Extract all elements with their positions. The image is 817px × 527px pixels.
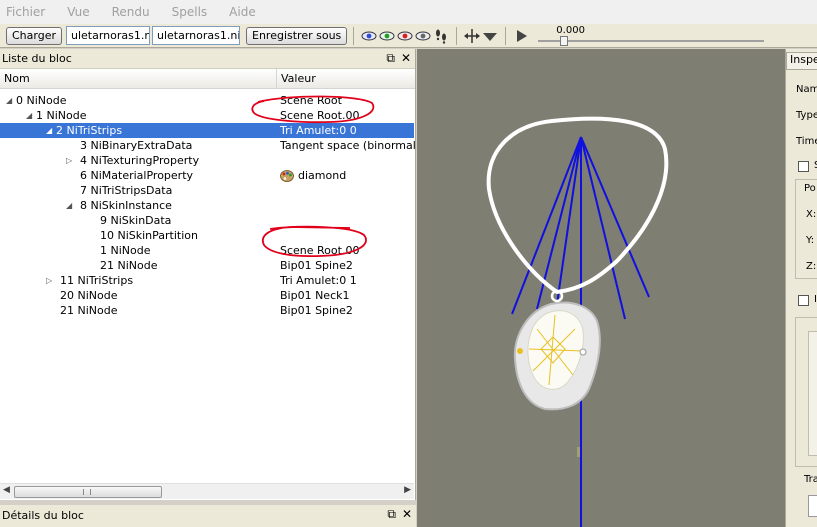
tree-column-header: Nom Valeur bbox=[0, 69, 415, 89]
pendant-stud bbox=[517, 348, 523, 354]
move-axes-icon[interactable] bbox=[463, 27, 481, 45]
amulet-model bbox=[486, 116, 669, 527]
block-details-panel: Détails du bloc ⧉ ✕ bbox=[0, 505, 416, 527]
inspector-checkbox[interactable] bbox=[798, 161, 809, 172]
palette-icon bbox=[280, 169, 294, 182]
toolbar-separator bbox=[353, 26, 355, 45]
toolbar-separator bbox=[505, 26, 507, 45]
collapse-arrow-icon[interactable]: ◢ bbox=[6, 96, 16, 105]
inspector-checkbox[interactable] bbox=[798, 295, 809, 306]
scroll-left-icon[interactable]: ◀ bbox=[3, 485, 10, 495]
tree-row[interactable]: 21 NiNode Bip01 Spine2 bbox=[0, 258, 414, 273]
collapse-arrow-icon[interactable]: ◢ bbox=[46, 126, 56, 135]
block-list-header: Liste du bloc ⧉ ✕ bbox=[0, 49, 415, 69]
pendant-stud bbox=[579, 348, 587, 356]
tree-row[interactable]: 3 NiBinaryExtraData Tangent space (binor… bbox=[0, 138, 416, 153]
menu-file[interactable]: Fichier bbox=[6, 5, 45, 19]
menu-spells[interactable]: Spells bbox=[172, 5, 208, 19]
save-as-button[interactable]: Enregistrer sous bbox=[246, 26, 348, 45]
inspector-transform-input[interactable] bbox=[808, 495, 817, 517]
toolbar: Charger uletarnoras1.nif uletarnoras1.ni… bbox=[0, 24, 817, 48]
expand-arrow-icon[interactable]: ▷ bbox=[46, 276, 56, 285]
tree-row-selected[interactable]: ◢ 2 NiTriStrips Tri Amulet:0 0 bbox=[0, 123, 414, 138]
eye-green-icon[interactable] bbox=[378, 27, 396, 45]
view-dropdown-icon[interactable] bbox=[481, 27, 499, 45]
inspector-type-label: Type bbox=[796, 110, 817, 121]
bone-line bbox=[580, 136, 626, 320]
inspector-panel: Inspe Nam Type Time S Po X: Y: Z: I Tra bbox=[785, 49, 817, 527]
inspector-z-label: Z: bbox=[806, 261, 817, 272]
tree-row[interactable]: ◢ 1 NiNode Scene Root.00 bbox=[0, 108, 414, 123]
scroll-right-icon[interactable]: ▶ bbox=[404, 485, 411, 495]
scrollbar-thumb[interactable] bbox=[14, 486, 162, 498]
tree-row[interactable]: 21 NiNode Bip01 Spine2 bbox=[0, 303, 414, 318]
time-value: 0.000 bbox=[556, 24, 585, 36]
tree-row[interactable]: ◢ 8 NiSkinInstance bbox=[0, 198, 414, 213]
menu-view[interactable]: Vue bbox=[67, 5, 89, 19]
close-panel-icon[interactable]: ✕ bbox=[402, 507, 412, 522]
inspector-x-label: X: bbox=[806, 209, 817, 220]
tree-row[interactable]: ◢ 0 NiNode Scene Root bbox=[0, 93, 414, 108]
tree-row[interactable]: 20 NiNode Bip01 Neck1 bbox=[0, 288, 414, 303]
column-value[interactable]: Valeur bbox=[277, 69, 414, 88]
menu-bar: Fichier Vue Rendu Spells Aide bbox=[0, 0, 817, 24]
time-slider-thumb[interactable] bbox=[560, 35, 569, 46]
bone-marker bbox=[577, 447, 580, 457]
inspector-rotation-widget[interactable] bbox=[808, 331, 817, 456]
tree-row[interactable]: ▷ 11 NiTriStrips Tri Amulet:0 1 bbox=[0, 273, 414, 288]
column-name[interactable]: Nom bbox=[0, 69, 277, 88]
load-button[interactable]: Charger bbox=[6, 26, 62, 45]
inspector-title[interactable]: Inspe bbox=[786, 52, 817, 70]
bone-line bbox=[580, 136, 650, 298]
inspector-position-label: Po bbox=[804, 183, 816, 194]
eye-gray-icon[interactable] bbox=[414, 27, 432, 45]
tree-row[interactable]: 10 NiSkinPartition bbox=[0, 228, 414, 243]
horizontal-scrollbar[interactable]: ◀ ▶ bbox=[0, 483, 414, 499]
tree-row[interactable]: 6 NiMaterialProperty diamond bbox=[0, 168, 414, 183]
toolbar-separator bbox=[456, 26, 458, 45]
block-details-title: Détails du bloc bbox=[2, 508, 84, 522]
save-file-input[interactable]: uletarnoras1.nif bbox=[152, 26, 240, 45]
block-details-header: Détails du bloc ⧉ ✕ bbox=[0, 505, 416, 525]
3d-viewport[interactable] bbox=[417, 49, 785, 527]
footprints-icon[interactable] bbox=[432, 27, 450, 45]
collapse-arrow-icon[interactable]: ◢ bbox=[66, 201, 76, 210]
tree-row[interactable]: 7 NiTriStripsData bbox=[0, 183, 414, 198]
eye-blue-icon[interactable] bbox=[360, 27, 378, 45]
play-icon[interactable] bbox=[512, 27, 530, 45]
inspector-transform-label: Tra bbox=[804, 474, 817, 485]
float-panel-icon[interactable]: ⧉ bbox=[387, 507, 396, 522]
time-slider[interactable]: 0.000 bbox=[536, 25, 766, 47]
collapse-arrow-icon[interactable]: ◢ bbox=[26, 111, 36, 120]
expand-arrow-icon[interactable]: ▷ bbox=[66, 156, 76, 165]
menu-render[interactable]: Rendu bbox=[112, 5, 150, 19]
block-tree: ◢ 0 NiNode Scene Root ◢ 1 NiNode Scene Roo… bbox=[0, 89, 416, 479]
inspector-y-label: Y: bbox=[806, 235, 815, 246]
close-panel-icon[interactable]: ✕ bbox=[401, 51, 411, 66]
tree-row[interactable]: 1 NiNode Scene Root.00 bbox=[0, 243, 414, 258]
block-list-title: Liste du bloc bbox=[2, 52, 72, 65]
load-file-input[interactable]: uletarnoras1.nif bbox=[66, 26, 150, 45]
menu-help[interactable]: Aide bbox=[229, 5, 256, 19]
block-list-panel: Liste du bloc ⧉ ✕ Nom Valeur ◢ 0 NiNode S… bbox=[0, 49, 416, 500]
inspector-name-label: Nam bbox=[796, 84, 817, 95]
tree-row[interactable]: 9 NiSkinData bbox=[0, 213, 414, 228]
float-panel-icon[interactable]: ⧉ bbox=[386, 51, 395, 66]
inspector-time-label: Time bbox=[796, 136, 817, 147]
eye-red-icon[interactable] bbox=[396, 27, 414, 45]
tree-row[interactable]: ▷ 4 NiTexturingProperty bbox=[0, 153, 414, 168]
